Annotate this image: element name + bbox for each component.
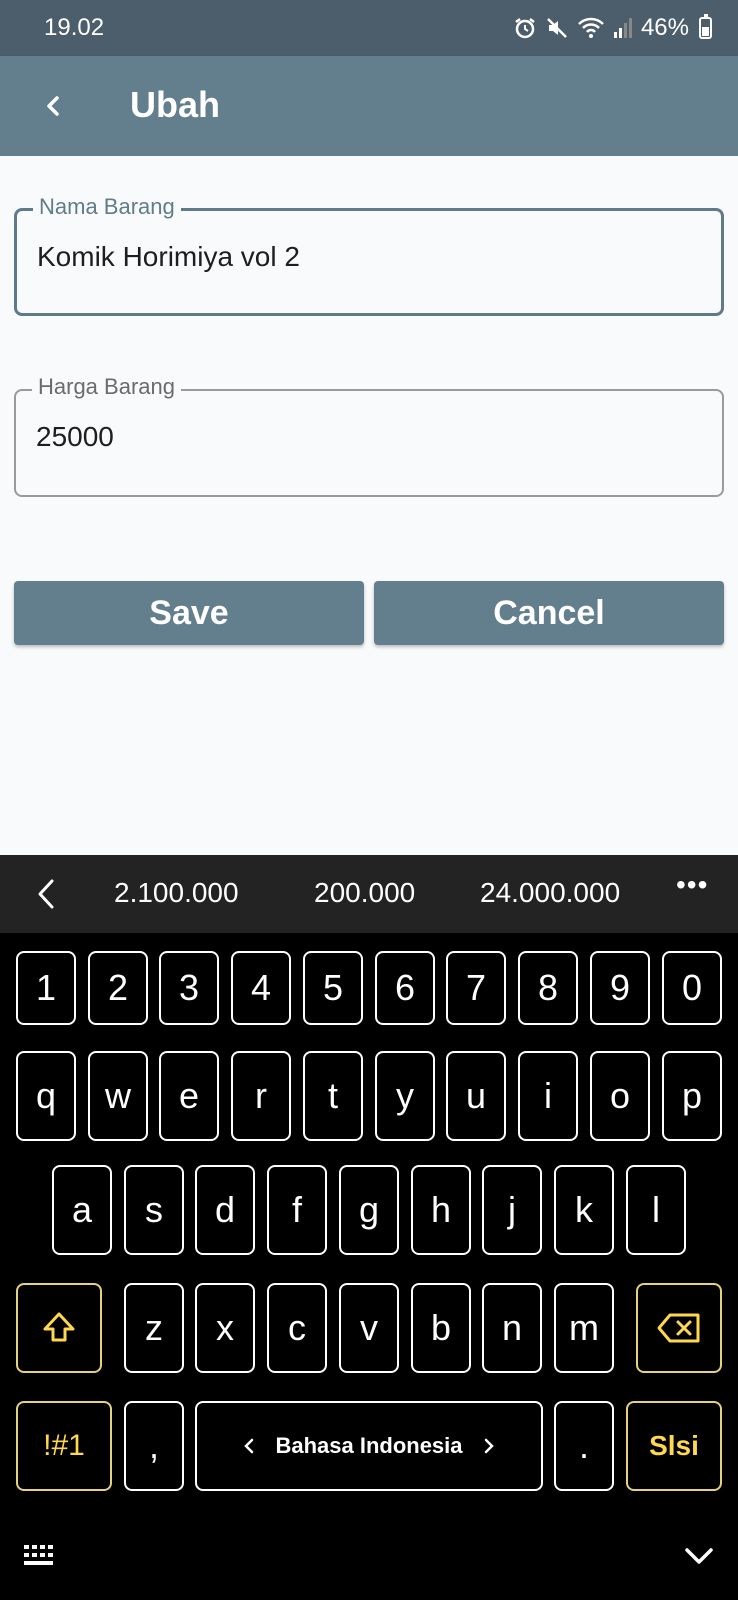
hide-keyboard-icon[interactable] <box>682 1543 716 1569</box>
language-prev-icon <box>244 1438 254 1454</box>
key-g[interactable]: g <box>339 1165 399 1255</box>
key-l[interactable]: l <box>626 1165 686 1255</box>
shift-key[interactable] <box>16 1283 102 1373</box>
key-b[interactable]: b <box>411 1283 471 1373</box>
suggestion-item[interactable]: 2.100.000 <box>114 877 239 909</box>
key-r[interactable]: r <box>231 1051 291 1141</box>
done-key[interactable]: Slsi <box>626 1401 722 1491</box>
symbols-key[interactable]: !#1 <box>16 1401 112 1491</box>
key-7[interactable]: 7 <box>446 951 506 1025</box>
key-z[interactable]: z <box>124 1283 184 1373</box>
save-button[interactable]: Save <box>14 581 364 645</box>
back-arrow-icon[interactable] <box>34 86 74 126</box>
key-3[interactable]: 3 <box>159 951 219 1025</box>
signal-icon <box>613 18 632 38</box>
suggestion-item[interactable]: 24.000.000 <box>480 877 620 909</box>
key-9[interactable]: 9 <box>590 951 650 1025</box>
nama-barang-value: Komik Horimiya vol 2 <box>37 241 300 272</box>
key-u[interactable]: u <box>446 1051 506 1141</box>
key-p[interactable]: p <box>662 1051 722 1141</box>
language-next-icon <box>484 1438 494 1454</box>
page-title: Ubah <box>130 84 220 125</box>
key-5[interactable]: 5 <box>303 951 363 1025</box>
key-i[interactable]: i <box>518 1051 578 1141</box>
key-m[interactable]: m <box>554 1283 614 1373</box>
suggestion-item[interactable]: 200.000 <box>314 877 415 909</box>
key-k[interactable]: k <box>554 1165 614 1255</box>
cancel-button[interactable]: Cancel <box>374 581 724 645</box>
status-icons: 46% <box>513 12 712 44</box>
key-2[interactable]: 2 <box>88 951 148 1025</box>
key-j[interactable]: j <box>482 1165 542 1255</box>
shift-icon <box>43 1312 75 1342</box>
key-6[interactable]: 6 <box>375 951 435 1025</box>
key-t[interactable]: t <box>303 1051 363 1141</box>
form-area: Nama Barang Komik Horimiya vol 2 Harga B… <box>0 156 738 855</box>
key-w[interactable]: w <box>88 1051 148 1141</box>
key-1[interactable]: 1 <box>16 951 76 1025</box>
keyboard-switch-icon[interactable] <box>22 1541 60 1571</box>
harga-barang-label: Harga Barang <box>32 374 181 400</box>
spacebar[interactable]: Bahasa Indonesia <box>195 1401 543 1491</box>
app-bar: Ubah <box>0 56 738 156</box>
key-n[interactable]: n <box>482 1283 542 1373</box>
key-x[interactable]: x <box>195 1283 255 1373</box>
key-4[interactable]: 4 <box>231 951 291 1025</box>
key-f[interactable]: f <box>267 1165 327 1255</box>
key-a[interactable]: a <box>52 1165 112 1255</box>
nama-barang-field[interactable]: Nama Barang Komik Horimiya vol 2 <box>14 194 724 316</box>
key-d[interactable]: d <box>195 1165 255 1255</box>
backspace-icon <box>657 1313 700 1343</box>
mute-icon <box>547 18 567 38</box>
more-options-icon[interactable]: ••• <box>676 869 708 901</box>
key-q[interactable]: q <box>16 1051 76 1141</box>
key-s[interactable]: s <box>124 1165 184 1255</box>
harga-barang-field[interactable]: Harga Barang 25000 <box>14 374 724 497</box>
suggestion-bar: 2.100.000 200.000 24.000.000 ••• <box>0 855 738 933</box>
language-label: Bahasa Indonesia <box>275 1433 463 1458</box>
key-c[interactable]: c <box>267 1283 327 1373</box>
comma-key[interactable]: , <box>124 1401 184 1491</box>
backspace-key[interactable] <box>636 1283 722 1373</box>
status-time: 19.02 <box>44 14 105 41</box>
keyboard: 1 2 3 4 5 6 7 8 9 0 q w e r t y u i o p … <box>0 933 738 1600</box>
harga-barang-value: 25000 <box>36 421 114 452</box>
nama-barang-label: Nama Barang <box>33 194 181 220</box>
key-o[interactable]: o <box>590 1051 650 1141</box>
key-8[interactable]: 8 <box>518 951 578 1025</box>
wifi-icon <box>578 17 604 38</box>
suggestion-back-icon[interactable] <box>32 875 60 913</box>
battery-icon <box>699 14 712 39</box>
battery-percent: 46% <box>640 14 689 41</box>
key-v[interactable]: v <box>339 1283 399 1373</box>
key-y[interactable]: y <box>375 1051 435 1141</box>
status-bar: 19.02 46% <box>0 0 738 56</box>
key-h[interactable]: h <box>411 1165 471 1255</box>
alarm-icon <box>515 18 535 39</box>
key-0[interactable]: 0 <box>662 951 722 1025</box>
period-key[interactable]: . <box>554 1401 614 1491</box>
key-e[interactable]: e <box>159 1051 219 1141</box>
